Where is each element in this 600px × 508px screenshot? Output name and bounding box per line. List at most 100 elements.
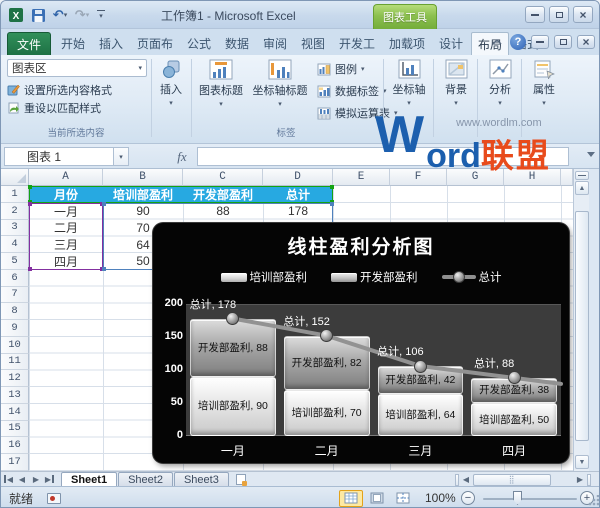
cell-c2[interactable]: 88 xyxy=(183,203,263,220)
prev-sheet-icon[interactable]: ◀ xyxy=(15,473,29,486)
row-header-10[interactable]: 10 xyxy=(1,336,29,354)
scroll-up-icon[interactable]: ▲ xyxy=(575,181,589,195)
zoom-slider-track[interactable] xyxy=(483,498,577,500)
row-header-13[interactable]: 13 xyxy=(1,387,29,404)
name-box-dropdown-icon[interactable]: ▾ xyxy=(114,147,129,166)
column-header-c[interactable]: C xyxy=(183,169,263,186)
horizontal-scroll-thumb[interactable]: ⣿ xyxy=(473,473,551,486)
first-sheet-icon[interactable]: ◀ xyxy=(1,473,15,486)
column-header-g[interactable]: G xyxy=(447,169,504,186)
tab-design[interactable]: 设计 xyxy=(433,32,469,55)
restore-button[interactable] xyxy=(549,6,569,23)
page-break-view-button[interactable] xyxy=(391,490,415,507)
formula-input[interactable] xyxy=(197,147,569,166)
workbook-minimize-button[interactable] xyxy=(531,35,549,49)
column-header-h[interactable]: H xyxy=(504,169,561,186)
analysis-button[interactable]: 分析 ▾ xyxy=(481,59,519,107)
tab-addins[interactable]: 加载项 xyxy=(383,32,431,55)
axis-titles-button[interactable]: 坐标轴标题 ▾ xyxy=(249,59,311,108)
row-header-17[interactable]: 17 xyxy=(1,454,29,471)
data-labels-button[interactable]: 数据标签 ▾ xyxy=(317,83,387,99)
workbook-close-button[interactable]: × xyxy=(577,35,595,49)
cell-d2[interactable]: 178 xyxy=(263,203,333,220)
resize-grip[interactable] xyxy=(587,495,599,507)
properties-button[interactable]: 属性 ▾ xyxy=(525,59,563,107)
chart[interactable]: 线柱盈利分析图 培训部盈利 开发部盈利 总计 0 50 100 150 200 一月 二月… xyxy=(153,223,569,463)
bar-segment[interactable]: 培训部盈利, 70 xyxy=(283,389,370,436)
row-header-9[interactable]: 9 xyxy=(1,320,29,337)
horizontal-scrollbar[interactable]: ◀ ⣿ ▶ xyxy=(455,473,591,486)
line-marker[interactable] xyxy=(507,371,521,385)
background-button[interactable]: 背景 ▾ xyxy=(437,59,475,107)
tab-formulas[interactable]: 公式 xyxy=(181,32,217,55)
vertical-split-handle[interactable] xyxy=(575,171,589,180)
cell-d1[interactable]: 总计 xyxy=(263,186,333,203)
insert-worksheet-button[interactable] xyxy=(230,473,252,486)
help-icon[interactable]: ? xyxy=(510,34,526,50)
scroll-right-icon[interactable]: ▶ xyxy=(573,473,587,486)
last-sheet-icon[interactable]: ▶ xyxy=(43,473,57,486)
qat-customize-icon[interactable]: ▾ xyxy=(95,6,107,24)
cell-a5[interactable]: 四月 xyxy=(29,253,103,270)
chart-title-button[interactable]: 图表标题 ▾ xyxy=(195,59,247,108)
zoom-level[interactable]: 100% xyxy=(425,491,456,505)
column-header-d[interactable]: D xyxy=(263,169,333,186)
row-header-5[interactable]: 5 xyxy=(1,253,29,270)
scroll-left-icon[interactable]: ◀ xyxy=(459,473,473,486)
row-header-8[interactable]: 8 xyxy=(1,303,29,320)
tab-view[interactable]: 视图 xyxy=(295,32,331,55)
column-header-b[interactable]: B xyxy=(103,169,183,186)
zoom-slider-thumb[interactable] xyxy=(513,491,522,505)
next-sheet-icon[interactable]: ▶ xyxy=(29,473,43,486)
tab-data[interactable]: 数据 xyxy=(219,32,255,55)
row-header-7[interactable]: 7 xyxy=(1,286,29,304)
tab-home[interactable]: 开始 xyxy=(55,32,91,55)
vertical-scroll-thumb[interactable] xyxy=(575,211,589,441)
close-button[interactable]: × xyxy=(573,6,593,23)
formula-bar-expand-icon[interactable] xyxy=(587,152,595,157)
data-table-button[interactable]: 模拟运算表 ▾ xyxy=(317,105,398,121)
legend-item-development[interactable]: 开发部盈利 xyxy=(331,269,418,285)
page-layout-view-button[interactable] xyxy=(365,490,389,507)
zoom-out-icon[interactable]: − xyxy=(461,491,475,505)
legend-button[interactable]: 图例 ▾ xyxy=(317,61,365,77)
macro-record-icon[interactable] xyxy=(47,492,62,504)
horizontal-split-handle-right[interactable] xyxy=(587,473,591,486)
worksheet-grid[interactable]: A B C D E F G H 1 2 3 4 5 6 7 8 9 10 11 12 13 14 15 16 1… xyxy=(1,169,573,471)
scroll-down-icon[interactable]: ▼ xyxy=(575,455,589,469)
cell-c1[interactable]: 开发部盈利 xyxy=(183,186,263,203)
save-icon[interactable] xyxy=(29,6,47,24)
cell-b1[interactable]: 培训部盈利 xyxy=(103,186,183,203)
tab-developer[interactable]: 开发工 xyxy=(333,32,381,55)
column-header-f[interactable]: F xyxy=(390,169,447,186)
normal-view-button[interactable] xyxy=(339,489,363,507)
row-header-4[interactable]: 4 xyxy=(1,236,29,253)
cell-a1[interactable]: 月份 xyxy=(29,186,103,203)
tab-review[interactable]: 审阅 xyxy=(257,32,293,55)
bar-segment[interactable]: 培训部盈利, 90 xyxy=(190,376,276,436)
tab-file[interactable]: 文件 xyxy=(7,32,51,55)
row-header-16[interactable]: 16 xyxy=(1,437,29,454)
collapse-ribbon-icon[interactable] xyxy=(488,35,505,50)
format-selection-button[interactable]: 设置所选内容格式 xyxy=(7,81,112,98)
row-header-11[interactable]: 11 xyxy=(1,353,29,371)
sheet-tab-3[interactable]: Sheet3 xyxy=(173,472,229,486)
select-all-corner[interactable] xyxy=(1,169,29,186)
row-headers[interactable]: 1 2 3 4 5 6 7 8 9 10 11 12 13 14 15 16 17 xyxy=(1,186,29,471)
cell-a4[interactable]: 三月 xyxy=(29,236,103,253)
reset-to-match-style-button[interactable]: 重设以匹配样式 xyxy=(7,99,101,116)
chart-elements-dropdown[interactable]: 图表区 ▾ xyxy=(7,59,147,77)
row-header-2[interactable]: 2 xyxy=(1,202,29,220)
cell-a3[interactable]: 二月 xyxy=(29,220,103,237)
tab-page-layout[interactable]: 页面布 xyxy=(131,32,179,55)
row-header-15[interactable]: 15 xyxy=(1,420,29,438)
row-header-3[interactable]: 3 xyxy=(1,219,29,237)
legend-item-total[interactable]: 总计 xyxy=(441,269,502,285)
tab-insert[interactable]: 插入 xyxy=(93,32,129,55)
column-header-a[interactable]: A xyxy=(29,169,103,186)
sheet-tab-1[interactable]: Sheet1 xyxy=(61,472,118,486)
legend-item-training[interactable]: 培训部盈利 xyxy=(220,269,307,285)
redo-icon[interactable]: ↷ ▾ xyxy=(73,6,91,24)
insert-button[interactable]: 插入 ▾ xyxy=(153,59,189,107)
excel-logo-icon[interactable]: X xyxy=(7,6,25,24)
